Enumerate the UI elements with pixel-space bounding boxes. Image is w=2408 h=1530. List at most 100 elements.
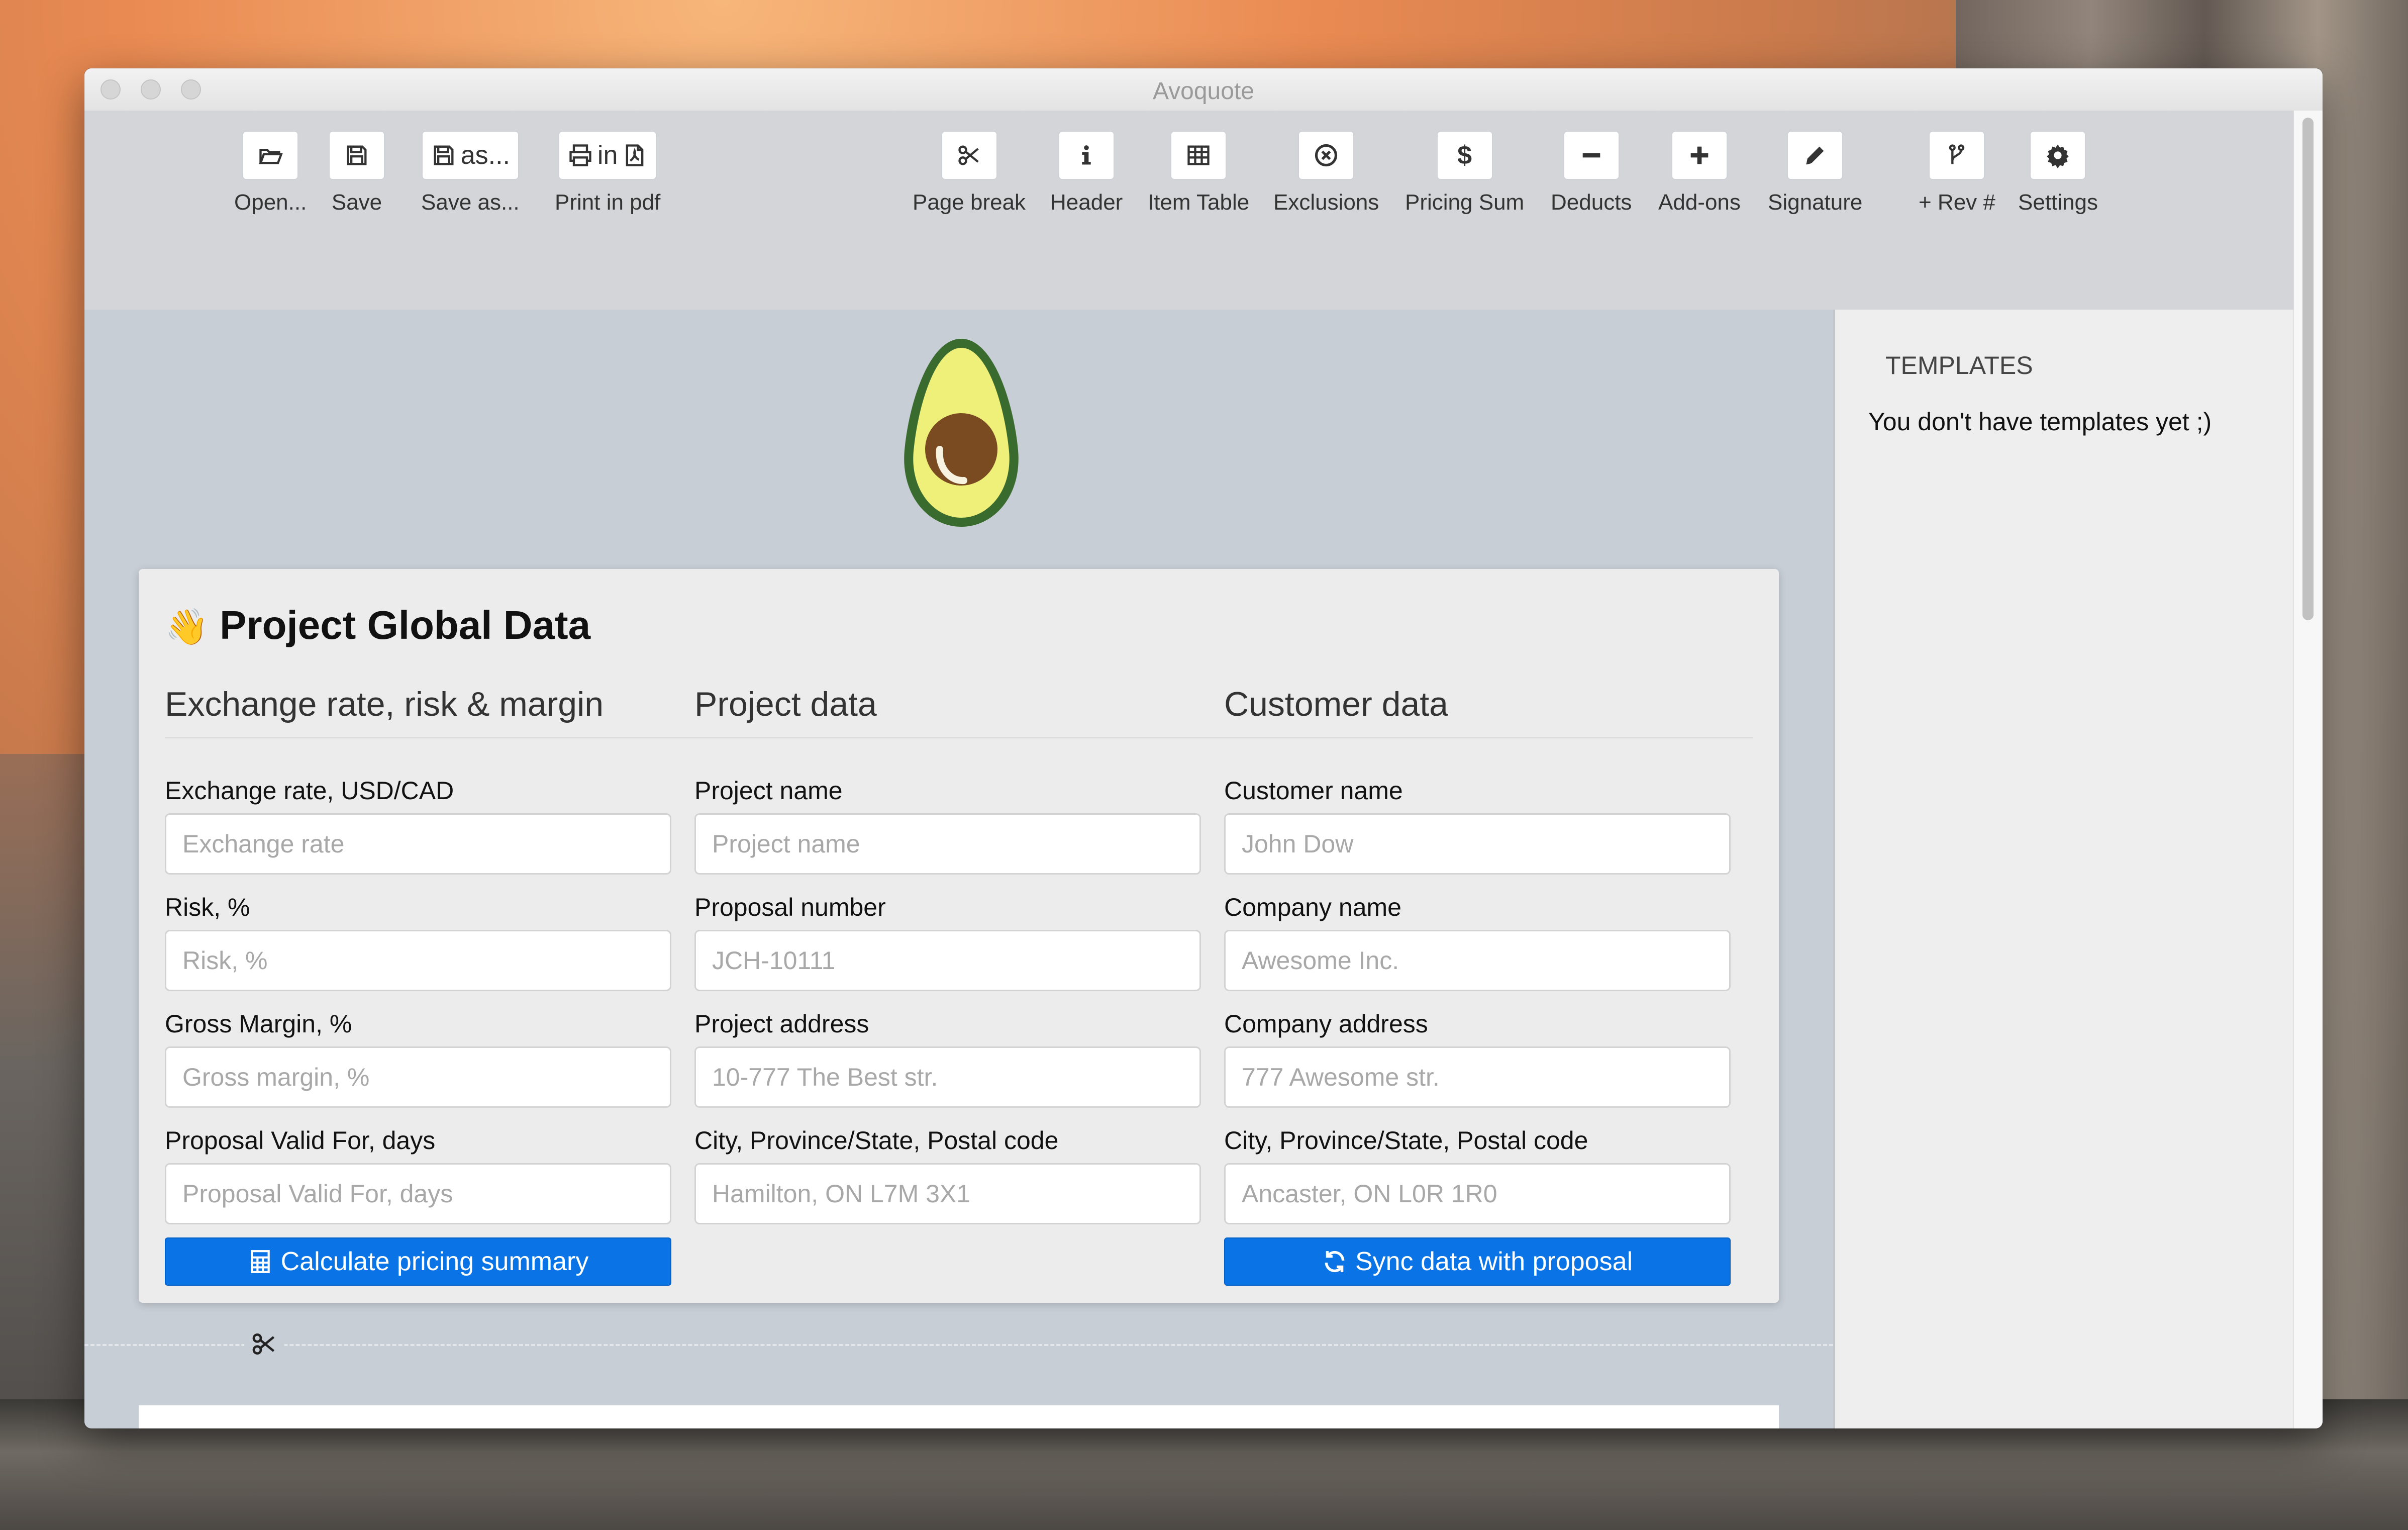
toolbar-print-pdf[interactable]: in Print in pdf xyxy=(555,131,660,215)
floppy-icon xyxy=(347,145,367,165)
toolbar-save[interactable]: Save xyxy=(329,131,385,215)
header-label: Header xyxy=(1050,190,1123,215)
sync-data-button[interactable]: Sync data with proposal xyxy=(1224,1237,1731,1286)
field-label: Customer name xyxy=(1224,777,1403,805)
title-bar: Avoquote xyxy=(84,68,2323,111)
proposal-valid-input[interactable] xyxy=(165,1163,671,1224)
column-heading: Customer data xyxy=(1224,685,1448,723)
pencil-icon xyxy=(1806,146,1824,165)
field-label: City, Province/State, Postal code xyxy=(694,1126,1059,1155)
column-heading: Project data xyxy=(694,685,877,723)
calculator-icon xyxy=(250,1250,270,1273)
exchange-rate-input[interactable] xyxy=(165,813,671,875)
toolbar-addons[interactable]: Add-ons xyxy=(1658,131,1741,215)
save-label: Save xyxy=(331,190,382,215)
rev-label: + Rev # xyxy=(1919,190,1995,215)
print-pdf-button[interactable]: in xyxy=(558,131,657,180)
save-as-button[interactable]: as... xyxy=(421,131,519,180)
settings-label: Settings xyxy=(2018,190,2098,215)
gross-margin-input[interactable] xyxy=(165,1046,671,1108)
print-pdf-button-text: in xyxy=(597,141,618,170)
open-label: Open... xyxy=(234,190,307,215)
field-label: Company address xyxy=(1224,1010,1428,1038)
sync-button-label: Sync data with proposal xyxy=(1355,1247,1633,1276)
project-address-input[interactable] xyxy=(694,1046,1201,1108)
page-break-label: Page break xyxy=(913,190,1026,215)
field-label: Proposal Valid For, days xyxy=(165,1126,436,1155)
page-break-divider xyxy=(84,1344,1833,1346)
company-name-input[interactable] xyxy=(1224,930,1731,991)
card-title: 👋 Project Global Data xyxy=(165,602,590,648)
field-label: Proposal number xyxy=(694,893,886,921)
folder-open-icon xyxy=(259,149,283,164)
header-button[interactable] xyxy=(1058,131,1115,180)
risk-input[interactable] xyxy=(165,930,671,991)
scissors-icon xyxy=(252,1333,275,1355)
save-as-button-text: as... xyxy=(460,141,510,170)
page-break-marker[interactable] xyxy=(244,1330,284,1358)
app-window: Avoquote Open... Save as... Save as... i… xyxy=(84,68,2323,1428)
rev-button[interactable] xyxy=(1929,131,1985,180)
addons-button[interactable] xyxy=(1671,131,1728,180)
toolbar-item-table[interactable]: Item Table xyxy=(1148,131,1249,215)
signature-button[interactable] xyxy=(1787,131,1844,180)
addons-label: Add-ons xyxy=(1658,190,1741,215)
project-city-input[interactable] xyxy=(694,1163,1201,1224)
company-address-input[interactable] xyxy=(1224,1046,1731,1108)
exclusions-button[interactable] xyxy=(1298,131,1355,180)
company-city-input[interactable] xyxy=(1224,1163,1731,1224)
waving-hand-icon: 👋 xyxy=(165,607,209,646)
column-heading: Exchange rate, risk & margin xyxy=(165,685,604,723)
toolbar-save-as[interactable]: as... Save as... xyxy=(421,131,520,215)
deducts-label: Deducts xyxy=(1551,190,1632,215)
page-break-button[interactable] xyxy=(941,131,997,180)
circle-x-icon xyxy=(1315,144,1338,167)
settings-button[interactable] xyxy=(2030,131,2086,180)
card-title-text: Project Global Data xyxy=(220,603,591,647)
proposal-page xyxy=(139,1405,1779,1428)
branch-icon xyxy=(1949,144,1965,164)
info-icon xyxy=(1082,145,1091,165)
templates-heading: TEMPLATES xyxy=(1885,351,2033,379)
exclusions-label: Exclusions xyxy=(1273,190,1379,215)
project-global-data-card: 👋 Project Global Data Exchange rate, risk… xyxy=(139,569,1779,1303)
pricing-sum-button[interactable]: $ xyxy=(1436,131,1493,180)
proposal-number-input[interactable] xyxy=(694,930,1201,991)
table-icon xyxy=(1187,145,1210,165)
toolbar-exclusions[interactable]: Exclusions xyxy=(1273,131,1379,215)
floppy-icon xyxy=(434,145,454,165)
field-label: City, Province/State, Postal code xyxy=(1224,1126,1588,1155)
toolbar-header[interactable]: Header xyxy=(1050,131,1123,215)
section-divider xyxy=(165,737,1753,738)
templates-sidebar: TEMPLATES You don't have templates yet ;… xyxy=(1833,310,2293,1428)
pricing-sum-label: Pricing Sum xyxy=(1405,190,1525,215)
field-label: Risk, % xyxy=(165,893,250,921)
column-exchange: Exchange rate, risk & margin xyxy=(165,685,672,729)
toolbar-signature[interactable]: Signature xyxy=(1768,131,1862,215)
item-table-button[interactable] xyxy=(1170,131,1227,180)
column-customer: Customer data xyxy=(1224,685,1732,729)
toolbar-deducts[interactable]: Deducts xyxy=(1551,131,1632,215)
window-title: Avoquote xyxy=(1153,78,1254,105)
toolbar-open[interactable]: Open... xyxy=(234,131,307,215)
toolbar-rev[interactable]: + Rev # xyxy=(1919,131,1995,215)
customer-name-input[interactable] xyxy=(1224,813,1731,875)
scrollbar-thumb[interactable] xyxy=(2302,118,2314,620)
toolbar-settings[interactable]: Settings xyxy=(2018,131,2098,215)
deducts-button[interactable] xyxy=(1563,131,1620,180)
toolbar-page-break[interactable]: Page break xyxy=(913,131,1026,215)
sync-icon xyxy=(1325,1251,1345,1273)
document-area: 👋 Project Global Data Exchange rate, risk… xyxy=(84,310,1833,1428)
signature-label: Signature xyxy=(1768,190,1863,215)
project-name-input[interactable] xyxy=(694,813,1201,875)
field-label: Gross Margin, % xyxy=(165,1010,352,1038)
toolbar-pricing-sum[interactable]: $ Pricing Sum xyxy=(1405,131,1524,215)
open-button[interactable] xyxy=(242,131,299,180)
save-button[interactable] xyxy=(329,131,385,180)
scissors-icon xyxy=(958,145,979,165)
calculate-pricing-summary-button[interactable]: Calculate pricing summary xyxy=(165,1237,671,1286)
plus-icon xyxy=(1690,146,1709,164)
save-as-label: Save as... xyxy=(421,190,520,215)
print-pdf-label: Print in pdf xyxy=(555,190,661,215)
field-label: Project name xyxy=(694,777,843,805)
